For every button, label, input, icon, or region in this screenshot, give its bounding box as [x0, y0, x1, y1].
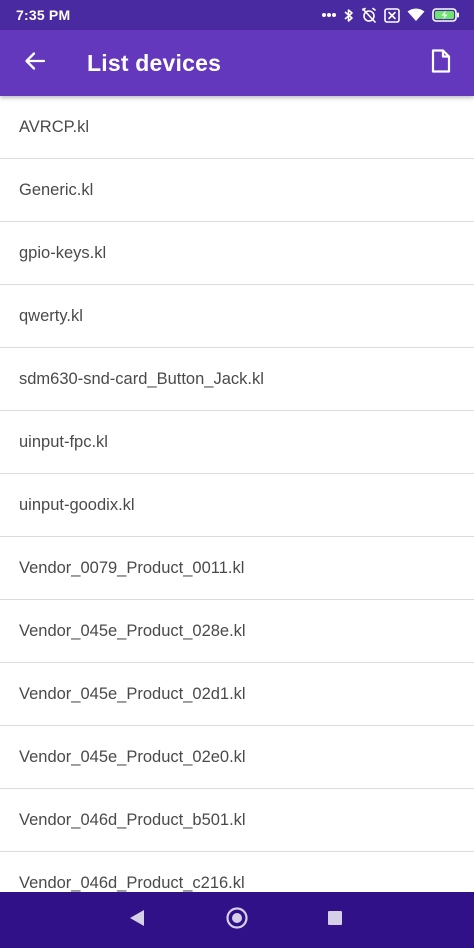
file-button[interactable] [420, 42, 462, 84]
page-title: List devices [87, 50, 222, 76]
device-list[interactable]: AVRCP.kl Generic.kl gpio-keys.kl qwerty.… [0, 96, 474, 892]
status-icons [321, 7, 460, 23]
list-item[interactable]: Vendor_045e_Product_028e.kl [0, 600, 474, 663]
list-item[interactable]: Vendor_046d_Product_c216.kl [0, 852, 474, 892]
list-item-label: Vendor_0079_Product_0011.kl [19, 558, 245, 577]
list-item[interactable]: AVRCP.kl [0, 96, 474, 159]
list-item-label: Vendor_045e_Product_028e.kl [19, 621, 246, 640]
list-item[interactable]: uinput-goodix.kl [0, 474, 474, 537]
nav-recents-button[interactable] [315, 900, 355, 940]
nav-home-button[interactable] [217, 900, 257, 940]
battery-charging-icon [432, 8, 460, 22]
list-item[interactable]: sdm630-snd-card_Button_Jack.kl [0, 348, 474, 411]
list-item-label: uinput-fpc.kl [19, 432, 108, 451]
list-item-label: Vendor_046d_Product_c216.kl [19, 873, 245, 892]
list-item-label: qwerty.kl [19, 306, 83, 325]
bluetooth-icon [344, 8, 354, 23]
list-item-label: gpio-keys.kl [19, 243, 107, 262]
list-item-label: uinput-goodix.kl [19, 495, 135, 514]
list-item[interactable]: qwerty.kl [0, 285, 474, 348]
file-icon [431, 48, 451, 78]
list-item-label: Vendor_045e_Product_02e0.kl [19, 747, 246, 766]
back-button[interactable] [14, 42, 56, 84]
list-item[interactable]: Vendor_045e_Product_02d1.kl [0, 663, 474, 726]
nav-back-button[interactable] [117, 900, 157, 940]
arrow-left-icon [24, 50, 46, 77]
list-item[interactable]: Vendor_0079_Product_0011.kl [0, 537, 474, 600]
list-item[interactable]: uinput-fpc.kl [0, 411, 474, 474]
wifi-icon [407, 8, 425, 22]
home-circle-icon [225, 906, 249, 935]
list-item[interactable]: gpio-keys.kl [0, 222, 474, 285]
app-bar: List devices [0, 30, 474, 96]
list-item[interactable]: Vendor_046d_Product_b501.kl [0, 789, 474, 852]
more-dots-icon [321, 12, 337, 18]
list-item-label: Generic.kl [19, 180, 94, 199]
list-item-label: Vendor_046d_Product_b501.kl [19, 810, 246, 829]
system-nav-bar [0, 892, 474, 948]
notification-x-icon [384, 7, 400, 23]
list-item-label: Vendor_045e_Product_02d1.kl [19, 684, 246, 703]
status-time: 7:35 PM [16, 7, 71, 23]
list-item[interactable]: Generic.kl [0, 159, 474, 222]
list-item-label: sdm630-snd-card_Button_Jack.kl [19, 369, 264, 388]
back-triangle-icon [129, 909, 145, 932]
status-bar: 7:35 PM [0, 0, 474, 30]
list-item-label: AVRCP.kl [19, 117, 89, 136]
alarm-off-icon [361, 7, 377, 23]
recents-square-icon [327, 910, 343, 931]
list-item[interactable]: Vendor_045e_Product_02e0.kl [0, 726, 474, 789]
